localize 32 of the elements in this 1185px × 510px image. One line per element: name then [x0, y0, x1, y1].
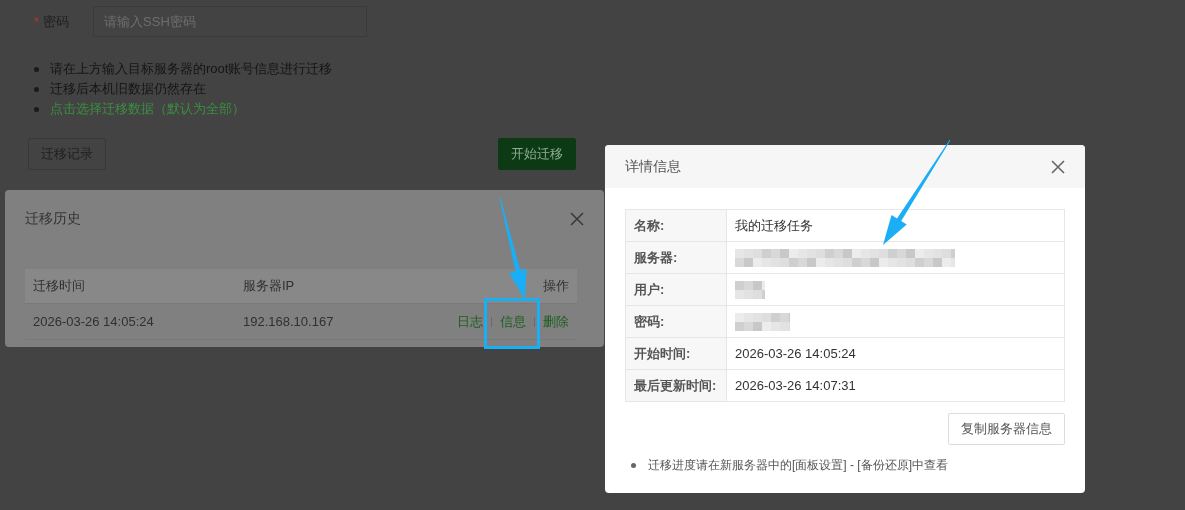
bullet-icon — [631, 463, 636, 469]
bullet-icon — [34, 107, 39, 113]
copy-button[interactable]: 复制服务器信息 — [948, 413, 1065, 445]
field-label: 名称: — [626, 210, 727, 241]
field-label: 密码: — [626, 306, 727, 337]
column-header: 服务器IP — [242, 277, 296, 295]
dialog-title: 迁移历史 — [25, 210, 81, 228]
table-cell-text: 2026-03-26 14:05:24 — [32, 314, 155, 329]
action-link[interactable]: 信息 — [500, 313, 526, 329]
bullet-icon — [34, 87, 39, 93]
dialog-title: 详情信息 — [625, 157, 681, 176]
action-link[interactable]: 删除 — [543, 313, 569, 329]
blurred-value — [735, 280, 765, 299]
close-icon[interactable] — [1051, 159, 1065, 174]
field-label: 开始时间: — [626, 338, 727, 369]
field-label: 用户: — [626, 274, 727, 305]
start-button[interactable]: 开始迁移 — [498, 138, 576, 170]
field-label: 最后更新时间: — [626, 370, 727, 401]
blurred-value — [735, 312, 790, 331]
bullet-icon — [34, 67, 39, 73]
required-mark: * — [34, 14, 40, 29]
column-header: 迁移时间 — [32, 277, 86, 295]
field-label: 服务器: — [626, 242, 727, 273]
table-cell-text: 192.168.10.167 — [242, 314, 335, 329]
close-icon[interactable] — [570, 212, 584, 226]
column-header: 操作 — [542, 277, 570, 295]
select-data-link[interactable]: 点击选择迁移数据（默认为全部） — [50, 101, 245, 116]
field-value: 2026-03-26 14:05:24 — [735, 346, 856, 361]
note-text: 迁移进度请在新服务器中的[面板设置] - [备份还原]中查看 — [648, 458, 948, 472]
field-value: 我的迁移任务 — [735, 216, 813, 235]
field-value: 2026-03-26 14:07:31 — [735, 378, 856, 393]
action-link[interactable]: 日志 — [457, 313, 483, 329]
